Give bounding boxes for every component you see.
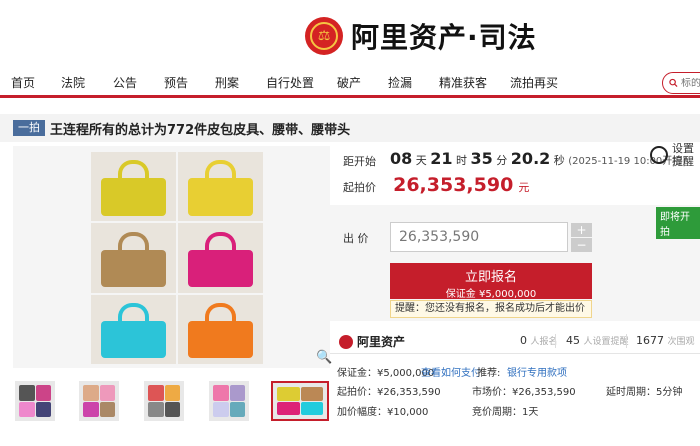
court-emblem-icon: ⚖	[305, 17, 343, 55]
search-input[interactable]	[681, 77, 700, 89]
deposit-amount: 保证金 ¥5,000,000	[445, 289, 537, 300]
logo-text: 阿里资产·司法	[351, 21, 537, 54]
alarm-clock-icon	[650, 146, 668, 164]
bid-period-detail: 竞价周期：1天	[472, 407, 539, 418]
reminder-count: 45 人设置提醒	[566, 334, 629, 347]
nav-item-precise-leads[interactable]: 精准获客	[439, 74, 487, 91]
deposit-detail: 保证金：¥5,000,000	[337, 368, 435, 379]
nav-item-notice[interactable]: 公告	[113, 74, 137, 91]
bag-photo	[91, 223, 176, 293]
coming-soon-badge: 即将开拍	[656, 207, 700, 239]
search-icon	[669, 78, 678, 88]
main-image[interactable]	[13, 146, 330, 368]
bag-collage	[91, 152, 263, 364]
thumbnail[interactable]	[79, 381, 119, 421]
thumbnail[interactable]	[144, 381, 184, 421]
countdown: 距开始 08 天 21 时 35 分 20.2 秒 (2025-11-19 10…	[343, 149, 687, 168]
market-price-detail: 市场价：¥26,353,590	[472, 387, 576, 398]
nav-item-bankruptcy[interactable]: 破产	[337, 74, 361, 91]
signup-count: 0 人报名	[520, 334, 558, 347]
bag-photo	[178, 152, 263, 222]
start-price-value: 26,353,590	[393, 174, 514, 196]
countdown-days: 08	[390, 149, 413, 168]
set-reminder-button[interactable]: 设置 提醒	[650, 142, 700, 178]
increase-bid-button[interactable]: +	[571, 223, 592, 237]
bid-label: 出 价	[343, 232, 369, 245]
thumbnail[interactable]	[209, 381, 249, 421]
thumbnail-strip	[13, 381, 330, 421]
recommend-label: 推荐:	[477, 368, 501, 379]
signup-tip: 提醒：您还没有报名，报名成功后才能出价	[390, 300, 592, 318]
bid-input[interactable]: 26,353,590	[390, 222, 568, 252]
nav-item-home[interactable]: 首页	[11, 74, 35, 91]
countdown-seconds: 20.2	[510, 149, 551, 168]
nav-item-court[interactable]: 法院	[61, 74, 85, 91]
nav-item-criminal[interactable]: 刑案	[215, 74, 239, 91]
nav-item-self-disposal[interactable]: 自行处置	[266, 74, 314, 91]
title-bar: 一拍 王连程所有的总计为772件皮包皮具、腰带、腰带头	[0, 114, 700, 142]
site-header: ⚖ 阿里资产·司法	[0, 0, 700, 68]
nav-item-relist[interactable]: 流拍再买	[510, 74, 558, 91]
thumbnail[interactable]	[15, 381, 55, 421]
site-logo[interactable]: ⚖ 阿里资产·司法	[305, 16, 537, 56]
ali-logo-icon	[339, 334, 353, 349]
nav-item-bargain[interactable]: 捡漏	[388, 74, 412, 91]
main-nav: 首页 法院 公告 预告 刑案 自行处置 破产 捡漏 精准获客 流拍再买	[0, 68, 700, 98]
item-title: 王连程所有的总计为772件皮包皮具、腰带、腰带头	[50, 123, 351, 138]
stats-bar: 阿里资产 0 人报名 45 人设置提醒 1677 次围观	[330, 330, 700, 354]
start-price-label: 起拍价	[343, 181, 376, 194]
thumbnail-active[interactable]	[271, 381, 329, 421]
delay-period-detail: 延时周期：5分钟	[606, 387, 683, 398]
sign-up-button[interactable]: 立即报名 保证金 ¥5,000,000	[390, 263, 592, 300]
nav-item-preview[interactable]: 预告	[164, 74, 188, 91]
bag-photo	[178, 223, 263, 293]
how-to-pay-link[interactable]: 查看如何支付	[421, 364, 481, 379]
view-count: 1677 次围观	[636, 334, 695, 347]
start-price-row: 起拍价 26,353,590 元	[343, 174, 530, 196]
bag-photo	[91, 294, 176, 364]
countdown-hours: 21	[430, 149, 453, 168]
search-box[interactable]	[662, 72, 700, 94]
bag-photo	[178, 294, 263, 364]
countdown-minutes: 35	[470, 149, 493, 168]
bag-photo	[91, 152, 176, 222]
bank-payment-link[interactable]: 银行专用款项	[507, 364, 567, 379]
countdown-label: 距开始	[343, 155, 376, 168]
decrease-bid-button[interactable]: −	[571, 238, 592, 252]
increment-detail: 加价幅度：¥10,000	[337, 407, 429, 418]
start-price-detail: 起拍价：¥26,353,590	[337, 387, 441, 398]
ali-assets-logo: 阿里资产	[339, 333, 405, 350]
auction-round-tag: 一拍	[13, 120, 45, 136]
